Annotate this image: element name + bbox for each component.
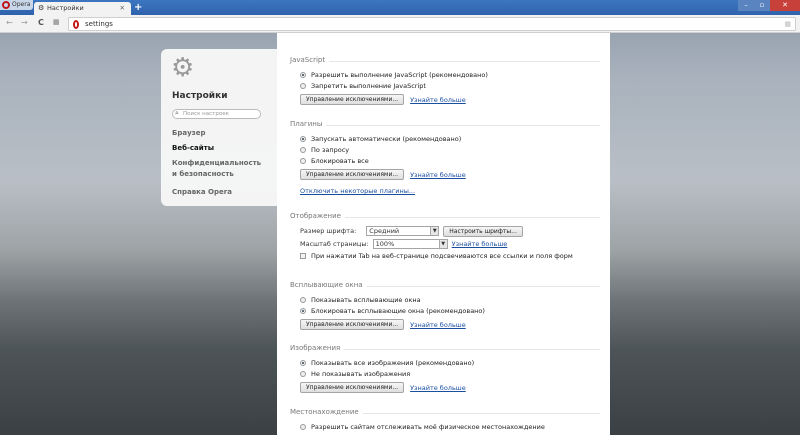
page-zoom-label: Масштаб страницы: [300, 240, 369, 248]
minimize-button[interactable]: – [738, 0, 754, 11]
font-size-label: Размер шрифта: [300, 227, 357, 235]
sidebar-item-help[interactable]: Справка Opera [172, 187, 232, 198]
popups-section: Всплывающие окна Показывать всплывающие … [290, 281, 600, 331]
option-label: Не показывать изображения [311, 370, 411, 378]
settings-gear-icon: ⚙ [171, 53, 195, 83]
option-label: При нажатии Tab на веб-странице подсвечи… [311, 252, 573, 260]
manage-exceptions-button[interactable]: Управление исключениями... [300, 319, 405, 330]
tab-title: Настройки [47, 4, 84, 12]
popups-block-radio[interactable]: Блокировать всплывающие окна (рекомендов… [290, 306, 600, 316]
address-bar[interactable]: settings ▦ [68, 17, 796, 31]
manage-exceptions-button[interactable]: Управление исключениями... [300, 382, 405, 393]
learn-more-link[interactable]: Узнайте больше [410, 384, 466, 392]
js-deny-radio[interactable]: Запретить выполнение JavaScript [290, 81, 600, 91]
search-input[interactable]: ⌕ Поиск настроек [172, 109, 261, 119]
search-icon: ⌕ [175, 109, 179, 117]
settings-sidebar: ⚙ Настройки ⌕ Поиск настроек Браузер Веб-… [161, 49, 277, 206]
opera-menu-button[interactable]: Opera [0, 0, 33, 10]
images-hide-radio[interactable]: Не показывать изображения [290, 369, 600, 379]
toolbar: ← → C ▦ settings ▦ [0, 15, 800, 33]
js-allow-radio[interactable]: Разрешить выполнение JavaScript (рекомен… [290, 70, 600, 80]
close-window-button[interactable]: ✕ [770, 0, 800, 11]
speed-dial-icon[interactable]: ▦ [53, 18, 60, 26]
option-label: Разрешить выполнение JavaScript (рекомен… [311, 71, 488, 79]
disable-plugins-link[interactable]: Отключить некоторые плагины... [300, 187, 415, 195]
speed-dial-icon[interactable]: ▦ [784, 18, 791, 30]
section-title: Отображение [290, 212, 345, 220]
learn-more-link[interactable]: Узнайте больше [410, 96, 466, 104]
page-zoom-value: 100% [375, 240, 395, 248]
option-label: Показывать всплывающие окна [311, 296, 421, 304]
close-tab-icon[interactable]: ✕ [120, 2, 125, 15]
sidebar-item-privacy[interactable]: Конфиденциальность и безопасность [172, 158, 267, 180]
plugins-on-demand-radio[interactable]: По запросу [290, 145, 600, 155]
radio-icon [300, 72, 306, 78]
sidebar-item-browser[interactable]: Браузер [172, 128, 205, 139]
radio-icon [300, 297, 306, 303]
reload-icon[interactable]: C [38, 18, 44, 27]
radio-icon [300, 136, 306, 142]
display-section: Отображение Размер шрифта: Средний ▼ Настро… [290, 212, 600, 261]
sidebar-title: Настройки [172, 91, 228, 101]
plugins-section: Плагины Запускать автоматически (рекомен… [290, 120, 600, 195]
location-section: Местонахождение Разрешить сайтам отслежи… [290, 408, 600, 432]
back-icon[interactable]: ← [6, 18, 13, 27]
section-title: Изображения [290, 344, 345, 352]
checkbox-icon [300, 253, 306, 259]
section-title: Всплывающие окна [290, 281, 367, 289]
section-title: Местонахождение [290, 408, 363, 416]
settings-content: JavaScript Разрешить выполнение JavaScri… [277, 33, 610, 435]
chevron-down-icon: ▼ [438, 240, 447, 248]
learn-more-link[interactable]: Узнайте больше [410, 171, 466, 179]
option-label: Разрешить сайтам отслеживать моё физичес… [311, 423, 545, 431]
chevron-down-icon: ▼ [430, 227, 439, 235]
page-zoom-select[interactable]: 100% ▼ [372, 239, 448, 249]
images-show-radio[interactable]: Показывать все изображения (рекомендован… [290, 358, 600, 368]
section-title: Плагины [290, 120, 327, 128]
radio-icon [300, 424, 306, 430]
customize-fonts-button[interactable]: Настроить шрифты... [443, 225, 523, 237]
sidebar-item-websites[interactable]: Веб-сайты [172, 143, 214, 154]
radio-icon [300, 83, 306, 89]
opera-badge-icon [73, 20, 79, 29]
forward-icon[interactable]: → [21, 18, 28, 27]
radio-icon [300, 360, 306, 366]
tab-highlight-checkbox[interactable]: При нажатии Tab на веб-странице подсвечи… [290, 251, 600, 261]
learn-more-link[interactable]: Узнайте больше [452, 238, 508, 250]
plugins-block-radio[interactable]: Блокировать все [290, 156, 600, 166]
radio-icon [300, 158, 306, 164]
popups-show-radio[interactable]: Показывать всплывающие окна [290, 295, 600, 305]
address-text: settings [85, 20, 113, 28]
manage-exceptions-button[interactable]: Управление исключениями... [300, 169, 405, 180]
images-section: Изображения Показывать все изображения (… [290, 344, 600, 394]
plugins-auto-radio[interactable]: Запускать автоматически (рекомендовано) [290, 134, 600, 144]
manage-exceptions-button[interactable]: Управление исключениями... [300, 94, 405, 105]
learn-more-link[interactable]: Узнайте больше [410, 321, 466, 329]
maximize-button[interactable]: ▫ [754, 0, 770, 11]
new-tab-button[interactable]: + [134, 2, 142, 13]
option-label: Показывать все изображения (рекомендован… [311, 359, 475, 367]
option-label: По запросу [311, 146, 350, 154]
radio-icon [300, 371, 306, 377]
option-label: Запускать автоматически (рекомендовано) [311, 135, 462, 143]
option-label: Блокировать все [311, 157, 369, 165]
tab-settings[interactable]: ⚙ Настройки ✕ [34, 2, 131, 15]
location-allow-radio[interactable]: Разрешить сайтам отслеживать моё физичес… [290, 422, 600, 432]
opera-logo-icon [2, 1, 10, 9]
font-size-select[interactable]: Средний ▼ [366, 226, 440, 236]
radio-icon [300, 308, 306, 314]
option-label: Блокировать всплывающие окна (рекомендов… [311, 307, 485, 315]
gear-icon: ⚙ [38, 4, 45, 12]
font-size-value: Средний [369, 227, 400, 235]
section-title: JavaScript [290, 56, 330, 64]
option-label: Запретить выполнение JavaScript [311, 82, 426, 90]
search-placeholder: Поиск настроек [183, 111, 229, 117]
radio-icon [300, 147, 306, 153]
opera-menu-label: Opera [12, 1, 31, 8]
title-bar: Opera ⚙ Настройки ✕ + – ▫ ✕ [0, 0, 800, 15]
javascript-section: JavaScript Разрешить выполнение JavaScri… [290, 56, 600, 106]
